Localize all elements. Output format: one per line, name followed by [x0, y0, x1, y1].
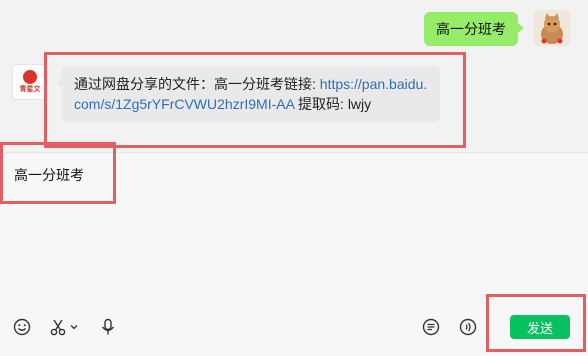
outgoing-message-text: 高一分班考 [436, 21, 506, 37]
scissors-icon[interactable] [48, 317, 68, 337]
incoming-message-prefix: 通过网盘分享的文件：高一分班考链接: [74, 76, 320, 92]
incoming-message-bubble[interactable]: 通过网盘分享的文件：高一分班考链接: https://pan.baidu.com… [56, 66, 440, 122]
chat-history: 高一分班考 青星文 通过网盘分享的文件：高一分班考链接: https://pan… [0, 0, 588, 152]
incoming-message-suffix: 提取码: lwjy [294, 96, 372, 112]
message-composer[interactable]: 高一分班考 发送 [0, 152, 588, 356]
microphone-icon[interactable] [98, 317, 118, 337]
cat-avatar-icon [534, 10, 570, 46]
send-button[interactable]: 发送 [510, 315, 570, 339]
emoji-icon[interactable] [12, 317, 32, 337]
sender-brand: 青星文 [19, 86, 41, 93]
composer-toolbar [0, 313, 588, 343]
composer-text[interactable]: 高一分班考 [14, 165, 84, 185]
logo-seal-icon [23, 70, 37, 84]
outgoing-message-bubble[interactable]: 高一分班考 [424, 12, 524, 46]
chat-history-icon[interactable] [421, 317, 441, 337]
voice-call-icon[interactable] [458, 317, 478, 337]
chevron-down-icon[interactable] [68, 317, 80, 337]
sender-avatar[interactable]: 青星文 [12, 64, 48, 100]
self-avatar[interactable] [534, 10, 570, 46]
